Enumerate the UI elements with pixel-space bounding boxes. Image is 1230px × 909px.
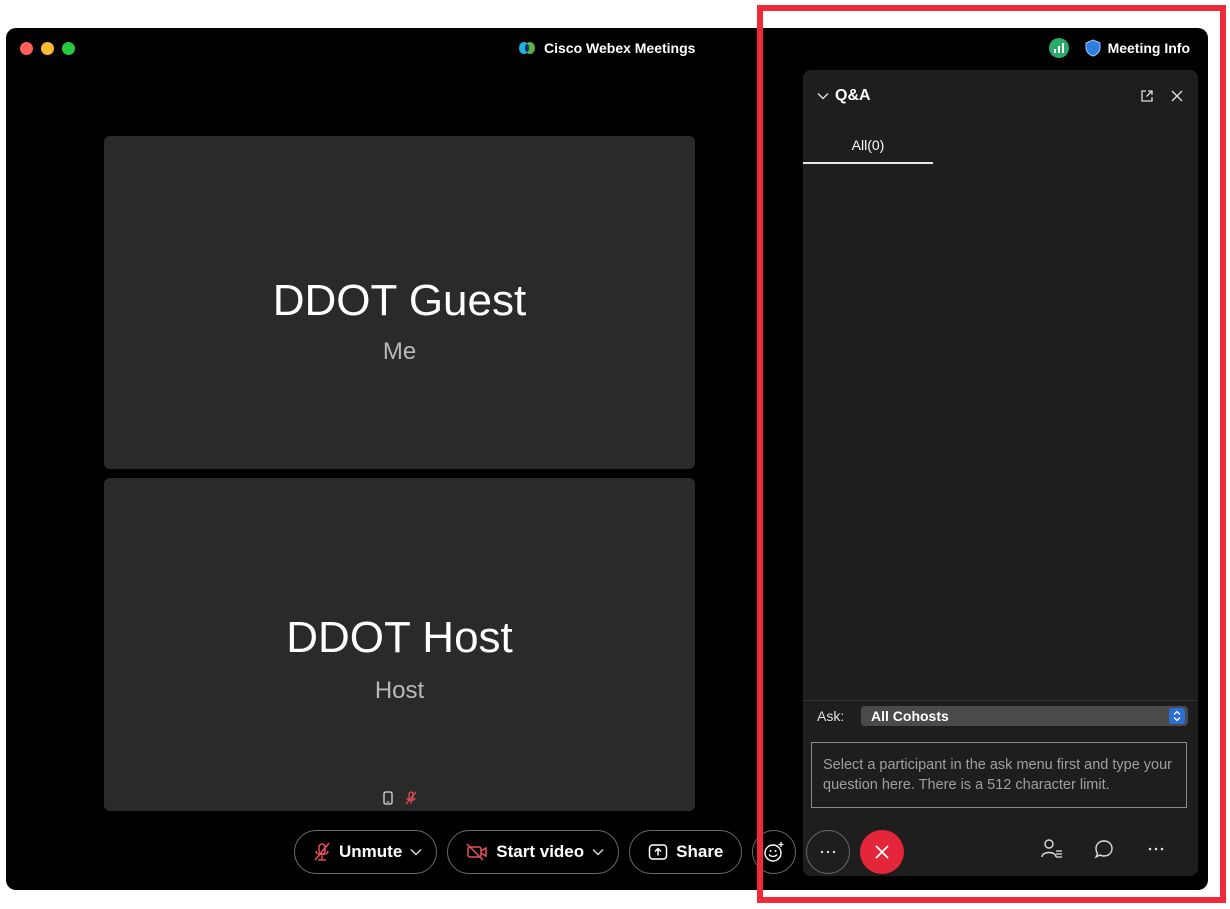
emoji-add-icon: [764, 842, 784, 862]
chevron-down-icon[interactable]: [817, 92, 829, 100]
share-screen-icon: [648, 844, 668, 860]
mobile-device-icon: [382, 791, 393, 805]
close-icon[interactable]: [1170, 89, 1184, 103]
question-input[interactable]: Select a participant in the ask menu fir…: [811, 742, 1187, 808]
meeting-info-button[interactable]: Meeting Info: [1085, 39, 1190, 57]
connection-signal-icon[interactable]: [1048, 38, 1069, 58]
qa-panel-header: Q&A: [817, 86, 1184, 106]
chevron-down-icon[interactable]: [410, 848, 422, 856]
start-video-button[interactable]: Start video: [447, 830, 620, 874]
video-tile-guest[interactable]: DDOT Guest Me: [104, 136, 695, 469]
video-tile-host[interactable]: DDOT Host Host: [104, 478, 695, 811]
participant-name: DDOT Host: [286, 613, 513, 662]
select-arrows-icon: [1169, 707, 1185, 724]
qa-panel-actions: [1140, 89, 1184, 103]
tile-status-icons: [104, 791, 695, 805]
participant-role: Host: [374, 677, 425, 704]
more-controls-button[interactable]: [806, 830, 851, 874]
tab-all[interactable]: All(0): [803, 128, 933, 164]
meeting-controls: Unmute Start video Share: [294, 830, 905, 874]
close-window-button[interactable]: [20, 42, 33, 55]
chat-icon[interactable]: [1093, 838, 1115, 860]
webex-logo-icon: [519, 42, 535, 54]
chevron-down-icon[interactable]: [592, 848, 604, 856]
end-meeting-button[interactable]: [860, 830, 905, 874]
qa-panel-title: Q&A: [835, 87, 871, 104]
meeting-info-label: Meeting Info: [1107, 40, 1190, 56]
zoom-window-button[interactable]: [62, 42, 75, 55]
muted-microphone-icon: [314, 842, 330, 861]
start-video-label: Start video: [496, 842, 585, 861]
panel-bottom-toolbar: [1041, 838, 1167, 860]
app-title: Cisco Webex Meetings: [518, 40, 695, 56]
top-right-bar: Meeting Info: [1048, 38, 1190, 58]
participant-role: Me: [382, 338, 417, 365]
qa-panel: Q&A All(0) Ask: All Cohosts Select a par…: [803, 70, 1198, 876]
more-options-icon: [821, 850, 836, 854]
ask-bar: Ask: All Cohosts: [803, 700, 1198, 730]
unmute-label: Unmute: [339, 842, 403, 861]
video-off-icon: [466, 843, 488, 861]
more-options-icon[interactable]: [1145, 838, 1167, 860]
participant-name: DDOT Guest: [272, 276, 527, 325]
ask-label: Ask:: [817, 707, 845, 724]
muted-microphone-icon: [405, 791, 416, 805]
webex-window: Cisco Webex Meetings Meeting Info DDOT G…: [6, 28, 1208, 890]
share-button[interactable]: Share: [629, 830, 743, 874]
app-title-text: Cisco Webex Meetings: [544, 40, 696, 56]
window-controls: [20, 42, 75, 55]
popout-icon[interactable]: [1140, 89, 1154, 103]
reactions-button[interactable]: [752, 830, 797, 874]
shield-icon: [1085, 39, 1101, 57]
ask-recipient-select[interactable]: All Cohosts: [861, 705, 1188, 726]
minimize-window-button[interactable]: [41, 42, 54, 55]
close-icon: [875, 845, 890, 859]
ask-selected-value: All Cohosts: [871, 707, 949, 724]
participants-icon[interactable]: [1041, 838, 1063, 860]
share-label: Share: [676, 842, 724, 861]
unmute-button[interactable]: Unmute: [294, 830, 438, 874]
